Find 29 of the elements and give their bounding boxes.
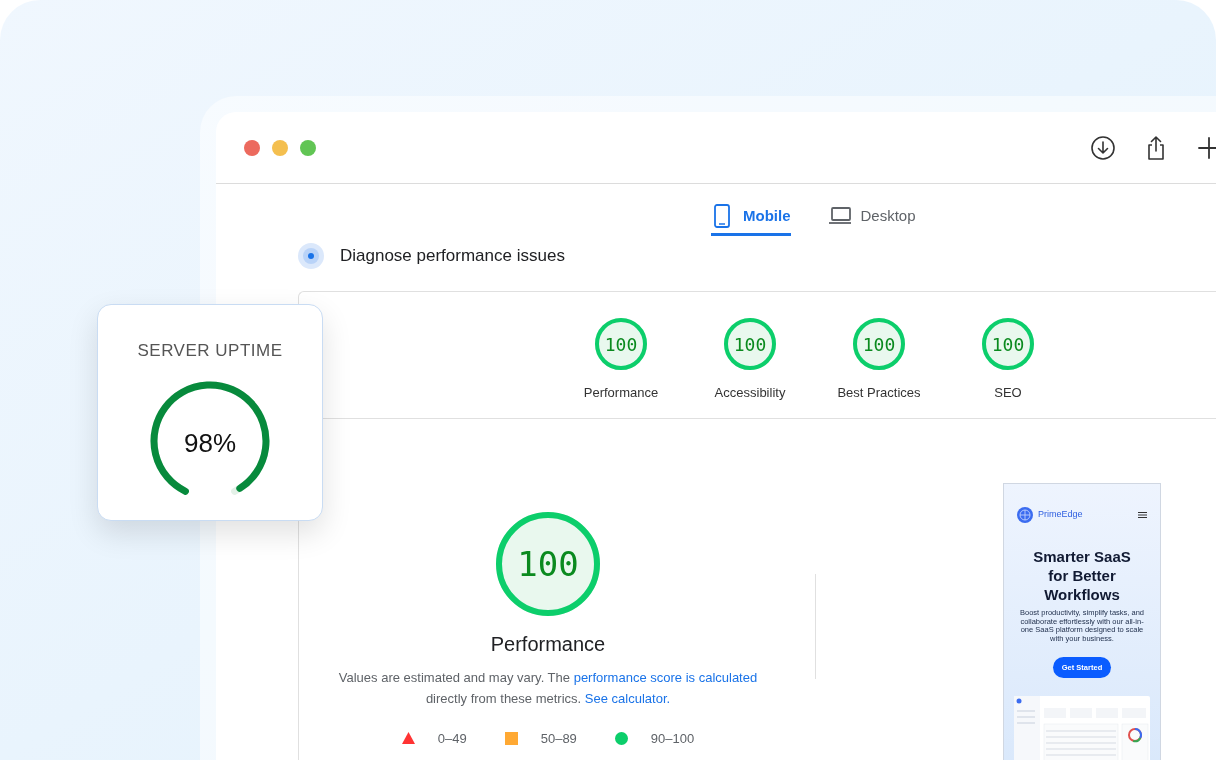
menu-icon[interactable] [1138,512,1147,518]
score-value: 100 [861,332,897,357]
legend-label: 50–89 [540,730,577,748]
score-value: 100 [990,332,1026,357]
legend-label: 0–49 [437,730,467,748]
score-value: 100 [603,332,639,357]
score-label: Accessibility [714,384,786,402]
score-value: 100 [516,542,580,586]
score-label: SEO [994,384,1022,402]
pulse-icon [298,243,324,269]
score-label: Performance [583,384,659,402]
card-title: SERVER UPTIME [137,340,283,362]
link[interactable]: See calculator. [584,691,671,706]
globe-icon [1017,507,1033,523]
uptime-value: 98% [182,426,237,460]
plus-icon[interactable] [1197,135,1216,160]
score-title: Performance [490,632,606,657]
brand-name: PrimeEdge [1038,508,1083,522]
view-tab[interactable]: Desktop [828,196,916,236]
legend-label: 90–100 [650,730,695,748]
hero-title: Smarter SaaS for Better Workflows [1032,547,1132,604]
link[interactable]: performance score is calculated [573,670,758,685]
view-tab[interactable]: Mobile [711,196,791,236]
score-description: Values are estimated and may vary. The performance score is calculated directly from these metrics. See calculator. [337,669,759,708]
score-label: Best Practices [837,384,921,402]
section-heading: Diagnose performance issues [340,245,565,268]
download-icon[interactable] [1091,135,1115,160]
score-value: 100 [732,332,768,357]
phone-icon [711,204,733,228]
